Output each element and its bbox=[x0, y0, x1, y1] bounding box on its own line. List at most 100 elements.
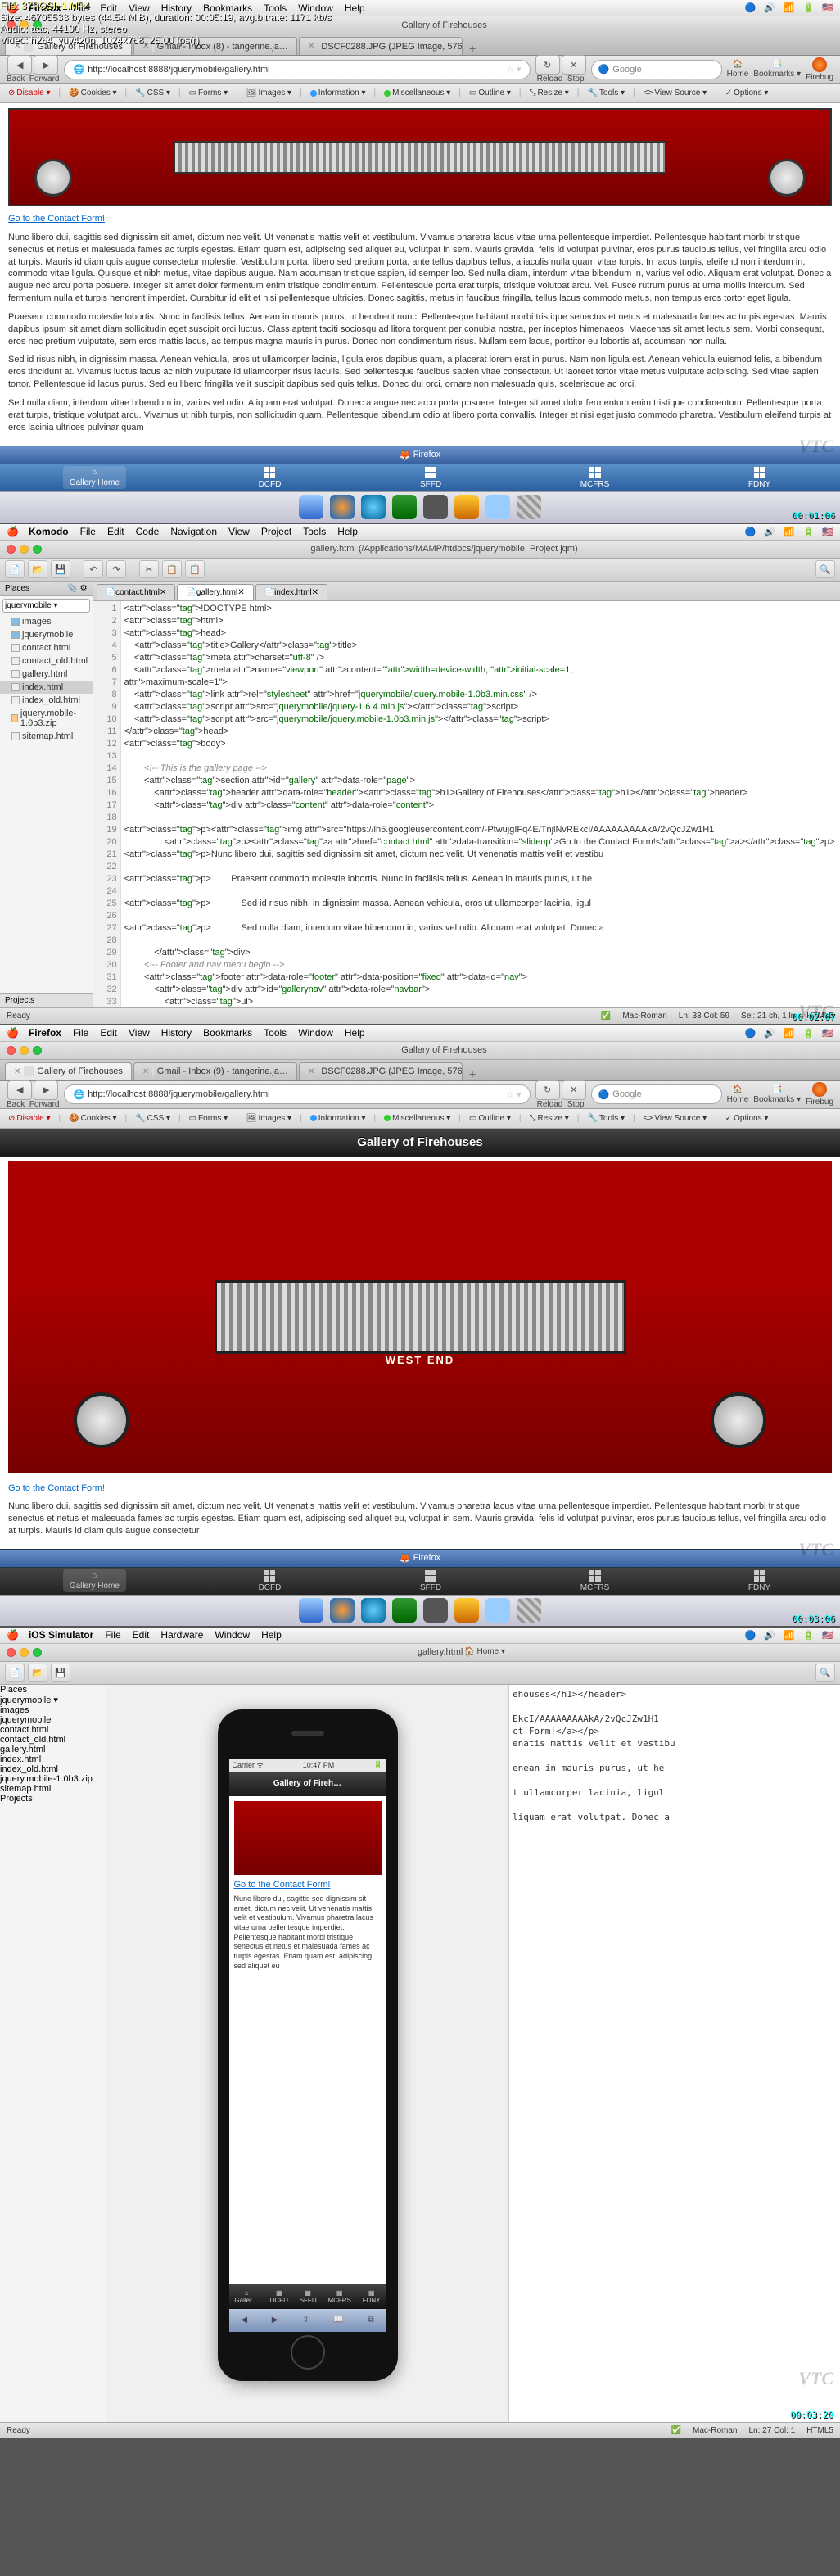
menu-file[interactable]: File bbox=[73, 1027, 88, 1039]
tray-icon[interactable]: 🔵 bbox=[744, 1028, 756, 1039]
menu-edit[interactable]: Edit bbox=[133, 1629, 150, 1641]
firebug-button[interactable]: Firebug bbox=[806, 57, 833, 82]
tree-item-jquery-mobile-1-0b3-zip[interactable]: jquery.mobile-1.0b3.zip bbox=[0, 707, 93, 730]
fb-forms[interactable]: ▭ Forms ▾ bbox=[186, 88, 232, 97]
new-file-button[interactable]: 📄 bbox=[5, 1664, 25, 1682]
tray-battery-icon[interactable]: 🔋 bbox=[803, 2, 815, 13]
find-button[interactable]: 🔍 bbox=[815, 560, 835, 578]
editor-tab-index[interactable]: 📄 index.html ✕ bbox=[255, 584, 327, 600]
tray-volume-icon[interactable]: 🔊 bbox=[764, 2, 775, 13]
safari-share-icon[interactable]: ⇪ bbox=[302, 2316, 309, 2325]
safari-forward-icon[interactable]: ▶ bbox=[272, 2316, 278, 2325]
footer-fdny[interactable]: FDNY bbox=[742, 465, 777, 491]
footer-mcfrs[interactable]: MCFRS bbox=[574, 465, 616, 491]
menu-bookmarks[interactable]: Bookmarks bbox=[203, 1027, 252, 1039]
menu-help[interactable]: Help bbox=[337, 526, 358, 537]
footer-sffd[interactable]: SFFD bbox=[413, 465, 448, 491]
dock-trash[interactable] bbox=[517, 1598, 541, 1623]
forward-button[interactable]: ▶ bbox=[34, 55, 58, 75]
back-button[interactable]: ◀ bbox=[7, 55, 32, 75]
home-button[interactable]: 🏠Home bbox=[727, 60, 749, 79]
forward-button[interactable]: ▶ bbox=[34, 1080, 58, 1100]
footer-mcfrs[interactable]: ▦MCFRS bbox=[327, 2289, 350, 2304]
safari-bookmarks-icon[interactable]: 📖 bbox=[333, 2316, 343, 2325]
menu-tools[interactable]: Tools bbox=[303, 526, 326, 537]
tree-item-sitemap-html[interactable]: sitemap.html bbox=[0, 730, 93, 743]
app-menu[interactable]: Firefox bbox=[29, 1027, 61, 1039]
fb-tools[interactable]: 🔧 Tools ▾ bbox=[584, 1114, 628, 1123]
footer-dcfd[interactable]: DCFD bbox=[252, 465, 288, 491]
open-button[interactable]: 📂 bbox=[28, 1664, 47, 1682]
bookmarks-button[interactable]: 📑Bookmarks ▾ bbox=[753, 60, 801, 79]
fb-resize[interactable]: ⤡ Resize ▾ bbox=[526, 1114, 571, 1123]
dock-terminal[interactable] bbox=[423, 495, 448, 519]
jqm-content[interactable]: Go to the Contact Form! Nunc libero dui,… bbox=[229, 1796, 386, 2284]
zoom-window-button[interactable] bbox=[33, 545, 42, 554]
tray-wifi-icon[interactable]: 📶 bbox=[784, 2, 795, 13]
editor-tab-gallery[interactable]: 📄 gallery.html ✕ bbox=[177, 584, 253, 600]
status-encoding[interactable]: Mac-Roman bbox=[693, 2426, 737, 2435]
app-menu[interactable]: Komodo bbox=[29, 526, 69, 537]
find-button[interactable]: 🔍 bbox=[815, 1664, 835, 1682]
fb-disable[interactable]: ⊘ Disable ▾ bbox=[5, 1114, 54, 1123]
apple-icon[interactable]: 🍎 bbox=[7, 1027, 19, 1039]
url-bar[interactable]: 🌐 http://localhost:8888/jquerymobile/gal… bbox=[64, 60, 530, 79]
contact-link[interactable]: Go to the Contact Form! bbox=[234, 1880, 331, 1890]
footer-sffd[interactable]: SFFD bbox=[413, 1569, 448, 1594]
contact-link[interactable]: Go to the Contact Form! bbox=[8, 214, 105, 224]
fb-viewsource[interactable]: <> View Source ▾ bbox=[640, 1114, 710, 1123]
menu-file[interactable]: File bbox=[80, 526, 96, 537]
menu-tools[interactable]: Tools bbox=[264, 1027, 287, 1039]
menu-hardware[interactable]: Hardware bbox=[160, 1629, 203, 1641]
dock-app[interactable] bbox=[392, 495, 417, 519]
fb-resize[interactable]: ⤡ Resize ▾ bbox=[526, 88, 571, 97]
tree-item-jquerymobile[interactable]: jquerymobile bbox=[0, 628, 93, 641]
open-button[interactable]: 📂 bbox=[28, 560, 47, 578]
minimize-window-button[interactable] bbox=[20, 545, 29, 554]
tree-item-contact_old-html[interactable]: contact_old.html bbox=[0, 654, 93, 668]
tray-icon[interactable]: 🔊 bbox=[764, 1028, 775, 1039]
reload-button[interactable]: ↻ bbox=[535, 1080, 560, 1100]
tree-item-sitemap-html[interactable]: sitemap.html bbox=[0, 1784, 106, 1794]
dock-app3[interactable] bbox=[485, 1598, 510, 1623]
app-menu[interactable]: iOS Simulator bbox=[29, 1629, 93, 1641]
projects-header[interactable]: Projects bbox=[0, 1794, 106, 1804]
close-window-button[interactable] bbox=[7, 545, 16, 554]
fb-cookies[interactable]: 🍪 Cookies ▾ bbox=[65, 1114, 120, 1123]
save-button[interactable]: 💾 bbox=[51, 1664, 70, 1682]
tree-item-contact_old-html[interactable]: contact_old.html bbox=[0, 1735, 106, 1745]
tray-icon[interactable]: 📶 bbox=[784, 1028, 795, 1039]
iphone-home-button[interactable] bbox=[291, 2335, 325, 2370]
editor-tab-contact[interactable]: 📄 contact.html ✕ bbox=[97, 584, 176, 600]
projects-header[interactable]: Projects bbox=[0, 993, 93, 1007]
redo-button[interactable]: ↷ bbox=[106, 560, 126, 578]
tree-item-index_old-html[interactable]: index_old.html bbox=[0, 1764, 106, 1774]
tree-item-images[interactable]: images bbox=[0, 1705, 106, 1715]
tray-icon[interactable]: 🔋 bbox=[803, 1028, 815, 1039]
bookmark-star-icon[interactable]: ☆ ▾ bbox=[506, 1089, 521, 1100]
tree-item-index_old-html[interactable]: index_old.html bbox=[0, 694, 93, 707]
footer-fdny[interactable]: ▦FDNY bbox=[363, 2289, 381, 2304]
tree-item-gallery-html[interactable]: gallery.html bbox=[0, 1745, 106, 1754]
status-language[interactable]: HTML5 bbox=[806, 2426, 833, 2435]
menu-help[interactable]: Help bbox=[345, 1027, 365, 1039]
fb-options[interactable]: ✓ Options ▾ bbox=[722, 1114, 772, 1123]
zoom-window-button[interactable] bbox=[33, 1046, 42, 1055]
tree-item-jquery-mobile-1-0b3-zip[interactable]: jquery.mobile-1.0b3.zip bbox=[0, 1774, 106, 1784]
tab-close-icon[interactable]: ✕ bbox=[142, 1067, 149, 1076]
stop-button[interactable]: ✕ bbox=[562, 1080, 586, 1100]
fb-outline[interactable]: ▭ Outline ▾ bbox=[466, 1114, 514, 1123]
new-tab-button[interactable]: + bbox=[464, 42, 481, 55]
fb-information[interactable]: Information ▾ bbox=[307, 88, 369, 97]
project-selector[interactable]: jquerymobile ▾ bbox=[0, 1695, 106, 1705]
footer-gallery-home[interactable]: ⌂Gallery Home bbox=[63, 466, 126, 489]
bg-home-button[interactable]: 🏠 Home ▾ bbox=[464, 1647, 505, 1656]
fb-cookies[interactable]: 🍪 Cookies ▾ bbox=[65, 88, 120, 97]
dock-firefox[interactable] bbox=[330, 495, 355, 519]
tray-input-icon[interactable]: 🇺🇸 bbox=[822, 527, 833, 537]
footer-mcfrs[interactable]: MCFRS bbox=[574, 1569, 616, 1594]
tray-dropbox-icon[interactable]: 🔵 bbox=[744, 2, 756, 13]
menu-code[interactable]: Code bbox=[136, 526, 160, 537]
bookmark-star-icon[interactable]: ☆ ▾ bbox=[506, 64, 521, 75]
fb-misc[interactable]: Miscellaneous ▾ bbox=[381, 88, 454, 97]
